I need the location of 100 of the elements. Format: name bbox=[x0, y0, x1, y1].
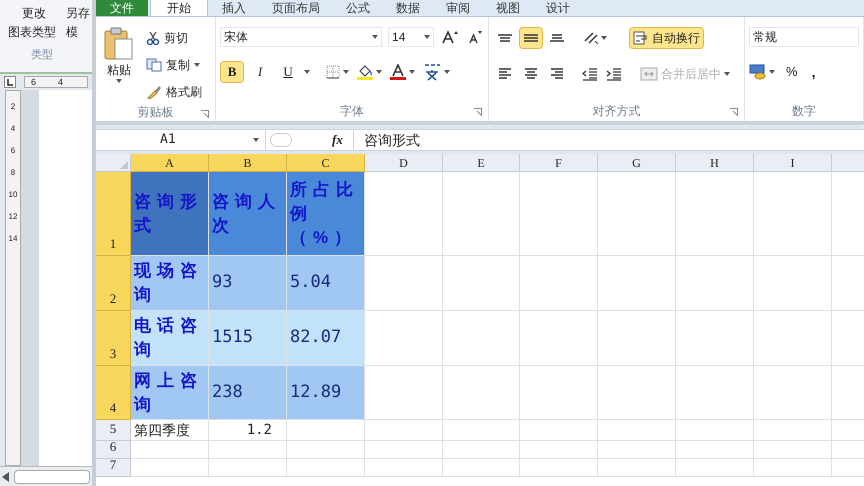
row-header[interactable]: 2 bbox=[96, 256, 131, 311]
formula-bar-handle[interactable] bbox=[270, 133, 292, 147]
table-cell[interactable] bbox=[676, 172, 754, 256]
ribbon-command[interactable]: 另存 bbox=[66, 4, 90, 23]
select-all-corner[interactable] bbox=[96, 154, 131, 172]
table-cell[interactable]: 93 bbox=[209, 256, 287, 311]
row-header[interactable]: 4 bbox=[96, 366, 131, 420]
table-cell[interactable] bbox=[443, 366, 520, 420]
middle-align-button[interactable] bbox=[519, 27, 544, 49]
table-cell[interactable] bbox=[287, 441, 365, 459]
table-cell[interactable] bbox=[365, 459, 443, 477]
table-cell[interactable] bbox=[365, 366, 443, 420]
font-size-field[interactable]: 14 bbox=[388, 27, 434, 47]
ribbon-tab[interactable]: 页面布局 bbox=[260, 0, 332, 16]
column-header[interactable]: B bbox=[209, 154, 287, 172]
ribbon-tab[interactable]: 插入 bbox=[210, 0, 258, 16]
table-cell[interactable] bbox=[520, 441, 598, 459]
row-header[interactable]: 1 bbox=[96, 172, 131, 256]
table-cell[interactable] bbox=[598, 256, 676, 311]
file-tab[interactable]: 文件 bbox=[96, 0, 148, 16]
table-cell[interactable] bbox=[754, 366, 832, 420]
table-cell[interactable]: 网上咨询 bbox=[131, 366, 209, 420]
italic-button[interactable]: I bbox=[248, 61, 272, 83]
table-cell[interactable] bbox=[754, 311, 832, 366]
name-box[interactable]: A1 bbox=[96, 130, 266, 150]
row-header[interactable]: 7 bbox=[96, 459, 131, 477]
table-cell[interactable] bbox=[754, 256, 832, 311]
table-cell[interactable]: 电话咨询 bbox=[131, 311, 209, 366]
table-cell[interactable] bbox=[131, 459, 209, 477]
table-cell[interactable] bbox=[754, 441, 832, 459]
table-cell[interactable]: 5.04 bbox=[287, 256, 365, 311]
column-header[interactable]: E bbox=[443, 154, 520, 172]
table-cell[interactable] bbox=[598, 420, 676, 441]
ribbon-tab[interactable]: 视图 bbox=[484, 0, 532, 16]
table-cell[interactable] bbox=[443, 420, 520, 441]
table-cell[interactable] bbox=[209, 441, 287, 459]
table-cell[interactable] bbox=[676, 420, 754, 441]
wrap-text-button[interactable]: 自动换行 bbox=[629, 27, 704, 49]
table-cell[interactable] bbox=[676, 366, 754, 420]
ribbon-tab[interactable]: 数据 bbox=[384, 0, 432, 16]
table-cell[interactable] bbox=[443, 311, 520, 366]
table-cell[interactable]: 82.07 bbox=[287, 311, 365, 366]
table-cell[interactable] bbox=[598, 311, 676, 366]
table-cell[interactable] bbox=[676, 459, 754, 477]
table-cell[interactable] bbox=[520, 256, 598, 311]
table-cell[interactable]: 现场咨询 bbox=[131, 256, 209, 311]
table-cell[interactable] bbox=[676, 311, 754, 366]
table-cell[interactable] bbox=[209, 459, 287, 477]
row-header[interactable]: 6 bbox=[96, 441, 131, 459]
ribbon-tab[interactable]: 审阅 bbox=[434, 0, 482, 16]
underline-button[interactable]: U bbox=[276, 61, 300, 83]
table-cell[interactable] bbox=[365, 441, 443, 459]
ribbon-tab[interactable]: 设计 bbox=[534, 0, 582, 16]
table-cell[interactable] bbox=[287, 459, 365, 477]
ribbon-tab[interactable]: 公式 bbox=[334, 0, 382, 16]
bold-button[interactable]: B bbox=[220, 61, 244, 83]
column-header[interactable]: G bbox=[598, 154, 676, 172]
ribbon-command[interactable]: 模 bbox=[66, 23, 78, 42]
table-cell[interactable]: 1515 bbox=[209, 311, 287, 366]
table-cell[interactable]: 1.2 bbox=[209, 420, 287, 441]
table-cell[interactable]: 12.89 bbox=[287, 366, 365, 420]
paste-button[interactable]: 粘贴 bbox=[100, 27, 138, 103]
table-cell[interactable] bbox=[598, 459, 676, 477]
table-cell[interactable] bbox=[365, 172, 443, 256]
table-cell[interactable] bbox=[365, 420, 443, 441]
table-cell[interactable] bbox=[443, 172, 520, 256]
row-header[interactable]: 5 bbox=[96, 420, 131, 441]
table-cell[interactable] bbox=[520, 459, 598, 477]
table-cell[interactable] bbox=[520, 311, 598, 366]
table-cell[interactable] bbox=[598, 441, 676, 459]
table-cell[interactable] bbox=[520, 420, 598, 441]
copy-button[interactable]: 复制 bbox=[146, 54, 202, 76]
table-cell[interactable]: 第四季度 bbox=[131, 420, 209, 441]
row-header[interactable]: 3 bbox=[96, 311, 131, 366]
table-cell[interactable] bbox=[131, 441, 209, 459]
column-header[interactable]: I bbox=[754, 154, 832, 172]
table-cell[interactable] bbox=[443, 459, 520, 477]
column-header[interactable]: C bbox=[287, 154, 365, 172]
table-cell[interactable] bbox=[365, 256, 443, 311]
comma-button[interactable]: , bbox=[808, 61, 818, 83]
column-header[interactable]: F bbox=[520, 154, 598, 172]
table-cell[interactable] bbox=[520, 366, 598, 420]
number-format-field[interactable]: 常规 bbox=[749, 27, 859, 47]
cut-button[interactable]: 剪切 bbox=[146, 27, 202, 49]
table-cell[interactable] bbox=[754, 459, 832, 477]
column-header[interactable]: D bbox=[365, 154, 443, 172]
table-cell[interactable] bbox=[598, 366, 676, 420]
table-cell[interactable]: 238 bbox=[209, 366, 287, 420]
ribbon-tab[interactable]: 开始 bbox=[150, 0, 208, 16]
column-header[interactable]: A bbox=[131, 154, 209, 172]
table-cell[interactable] bbox=[754, 172, 832, 256]
table-cell[interactable] bbox=[365, 311, 443, 366]
column-header[interactable] bbox=[832, 154, 864, 172]
table-cell[interactable] bbox=[676, 256, 754, 311]
formula-input-field[interactable]: 咨询形式 bbox=[352, 130, 864, 150]
table-cell[interactable] bbox=[443, 441, 520, 459]
table-cell[interactable] bbox=[443, 256, 520, 311]
font-name-field[interactable]: 宋体 bbox=[220, 27, 382, 47]
table-cell[interactable] bbox=[754, 420, 832, 441]
table-cell[interactable] bbox=[676, 441, 754, 459]
